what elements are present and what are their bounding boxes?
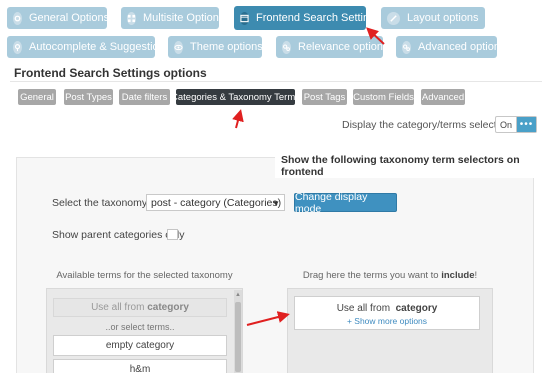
subtab-custom-fields[interactable]: Custom Fields [353,89,414,105]
use-all-prefix: Use all from [91,302,145,313]
scrollbar-thumb[interactable] [235,302,241,372]
pencil-icon [387,11,400,25]
tab-label: Frontend Search Settings [256,12,381,24]
drag-terms-heading: Drag here the terms you want to include! [287,270,493,281]
available-terms-heading: Available terms for the selected taxonom… [56,270,233,281]
display-selectors-label: Display the category/terms selectors? [342,119,518,131]
subtab-general[interactable]: General [18,89,56,105]
tab-general-options[interactable]: General Options [7,7,110,29]
subtab-post-tags[interactable]: Post Tags [302,89,347,105]
tab-label: General Options [29,12,110,24]
pin-icon [13,40,22,54]
display-selectors-toggle[interactable]: On ••• [495,116,537,133]
tab-relevance-options[interactable]: Relevance options [276,36,389,58]
gears-icon [402,40,411,54]
show-more-options-link[interactable]: + Show more options [295,316,479,326]
tab-autocomplete-suggestions[interactable]: Autocomplete & Suggestions [7,36,170,58]
tab-theme-options[interactable]: Theme options [168,36,263,58]
use-all-bold: category [147,302,189,313]
scroll-up-icon[interactable]: ▲ [235,292,241,298]
panel-title: Show the following taxonomy term selecto… [275,154,550,178]
parent-categories-label: Show parent categories only [52,229,185,241]
gear-icon [13,11,22,25]
section-divider [10,81,542,82]
tab-label: Autocomplete & Suggestions [29,41,171,53]
grid-icon [127,11,136,25]
subtab-post-types[interactable]: Post Types [64,89,113,105]
term-item[interactable]: empty category [53,335,227,356]
tab-layout-options[interactable]: Layout options [381,7,485,29]
or-select-terms-text: ..or select terms.. [105,322,175,332]
eye-icon [174,40,183,54]
use-all-category-item[interactable]: Use all from category + Show more option… [294,296,480,330]
subtab-categories-taxonomy-terms[interactable]: Categories & Taxonomy Terms [171,89,300,105]
taxonomy-select[interactable]: post - category (Categories) ▼ [146,194,285,211]
subtab-date-filters[interactable]: Date filters [119,89,170,105]
subtab-advanced[interactable]: Advanced [421,89,465,105]
taxonomy-select-value: post - category (Categories) [151,196,282,209]
change-display-mode-button[interactable]: Change display mode [294,191,397,215]
use-all-category-item-disabled: Use all from category [53,298,227,317]
gears-icon [282,40,291,54]
tab-label: Advanced options [418,41,506,53]
toggle-more-button[interactable]: ••• [517,117,536,132]
parent-categories-checkbox[interactable] [167,229,178,240]
taxonomy-select-label: Select the taxonomy: [52,197,151,209]
drag-heading-bold: include [441,270,475,281]
use-all-text: Use all from category [295,303,479,314]
tab-label: Theme options [190,41,263,53]
terms-scrollbar[interactable]: ▲ [234,290,242,373]
use-all-prefix: Use all from [336,303,393,314]
drag-heading-suffix: ! [474,270,478,281]
drag-heading-prefix: Drag here the terms you want to [302,270,442,281]
tab-label: Relevance options [298,41,389,53]
section-title: Frontend Search Settings options [14,66,207,80]
window-icon [240,11,249,25]
toggle-on-label: On [496,117,517,132]
dropdown-arrow-icon: ▼ [272,199,280,208]
tab-label: Multisite Options [143,12,225,24]
tab-frontend-search-settings[interactable]: Frontend Search Settings [234,6,381,30]
tab-label: Layout options [407,12,479,24]
use-all-bold: category [395,303,438,314]
annotation-arrow-subtab [232,109,244,129]
tab-advanced-options[interactable]: Advanced options [396,36,505,58]
term-item[interactable]: h&m [53,359,227,373]
tab-multisite-options[interactable]: Multisite Options [121,7,224,29]
